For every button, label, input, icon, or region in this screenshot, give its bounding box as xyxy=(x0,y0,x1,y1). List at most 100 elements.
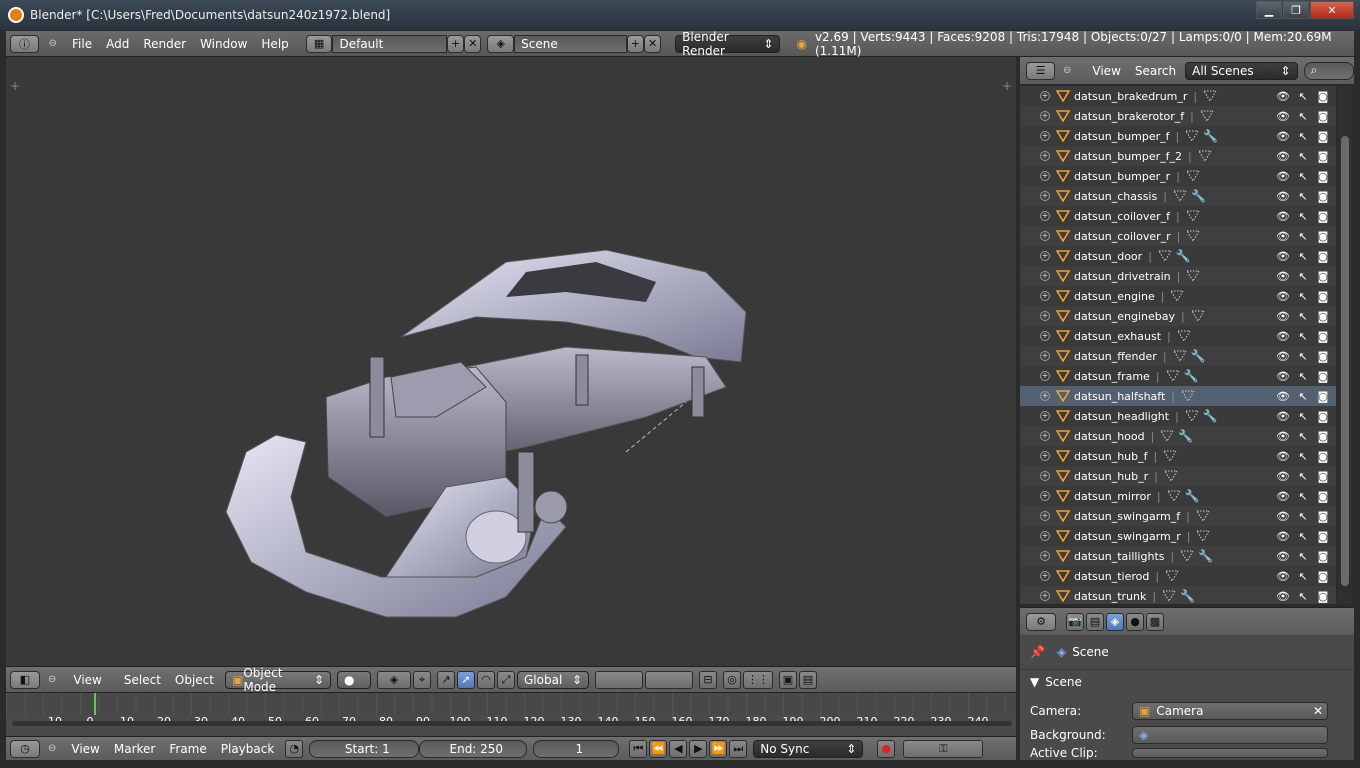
expand-icon[interactable]: + xyxy=(1040,211,1050,221)
render-camera-icon[interactable]: ◙ xyxy=(1316,569,1330,583)
visibility-eye-icon[interactable]: 👁 xyxy=(1276,189,1290,203)
outliner-item[interactable]: + datsun_enginebay | 👁 ↖ ◙ xyxy=(1020,306,1336,326)
expand-icon[interactable]: + xyxy=(1040,491,1050,501)
outliner-item-name[interactable]: datsun_brakedrum_r xyxy=(1074,90,1187,103)
outliner-item[interactable]: + datsun_mirror | 🔧 👁 ↖ ◙ xyxy=(1020,486,1336,506)
outliner-item[interactable]: + datsun_brakerotor_f | 👁 ↖ ◙ xyxy=(1020,106,1336,126)
outliner-item[interactable]: + datsun_coilover_f | 👁 ↖ ◙ xyxy=(1020,206,1336,226)
outliner-item[interactable]: + datsun_drivetrain | 👁 ↖ ◙ xyxy=(1020,266,1336,286)
outliner-item-name[interactable]: datsun_bumper_f_2 xyxy=(1074,150,1182,163)
render-camera-icon[interactable]: ◙ xyxy=(1316,189,1330,203)
tl-menu-playback[interactable]: Playback xyxy=(214,742,282,756)
translate-manipulator-icon[interactable]: ↗ xyxy=(437,670,455,689)
mesh-data-icon[interactable] xyxy=(1185,130,1200,142)
wrench-modifier-icon[interactable]: 🔧 xyxy=(1203,129,1218,143)
expand-icon[interactable]: + xyxy=(1040,371,1050,381)
mesh-data-icon[interactable] xyxy=(1203,90,1218,102)
render-tab-icon[interactable]: 📷 xyxy=(1066,612,1084,631)
outliner-menu-view[interactable]: View xyxy=(1085,64,1127,78)
visibility-eye-icon[interactable]: 👁 xyxy=(1276,129,1290,143)
visibility-eye-icon[interactable]: 👁 xyxy=(1276,489,1290,503)
outliner-item-name[interactable]: datsun_trunk xyxy=(1074,590,1146,603)
expand-icon[interactable]: + xyxy=(1040,411,1050,421)
render-camera-icon[interactable]: ◙ xyxy=(1316,329,1330,343)
prev-keyframe-icon[interactable]: ⏪ xyxy=(649,739,668,758)
render-animation-icon[interactable]: ▤ xyxy=(799,670,817,689)
expand-icon[interactable]: + xyxy=(1040,551,1050,561)
maximize-button[interactable]: ❐ xyxy=(1283,1,1309,19)
mesh-data-icon[interactable] xyxy=(1186,270,1201,282)
selectable-cursor-icon[interactable]: ↖ xyxy=(1296,189,1310,203)
outliner-item[interactable]: + datsun_bumper_f_2 | 👁 ↖ ◙ xyxy=(1020,146,1336,166)
outliner-item[interactable]: + datsun_brakedrum_r | 👁 ↖ ◙ xyxy=(1020,86,1336,106)
render-camera-icon[interactable]: ◙ xyxy=(1316,529,1330,543)
editor-type-3dview-icon[interactable]: ◧ xyxy=(10,670,40,689)
scene-panel-header[interactable]: ▼ Scene xyxy=(1020,669,1354,693)
visibility-eye-icon[interactable]: 👁 xyxy=(1276,509,1290,523)
proportional-edit-icon[interactable]: ◎ xyxy=(723,670,741,689)
render-camera-icon[interactable]: ◙ xyxy=(1316,389,1330,403)
render-camera-icon[interactable]: ◙ xyxy=(1316,169,1330,183)
selectable-cursor-icon[interactable]: ↖ xyxy=(1296,529,1310,543)
selectable-cursor-icon[interactable]: ↖ xyxy=(1296,369,1310,383)
outliner-item-name[interactable]: datsun_hub_r xyxy=(1074,470,1148,483)
shading-dropdown[interactable]: ● xyxy=(337,670,371,689)
menu-help[interactable]: Help xyxy=(254,37,295,51)
close-button[interactable]: ✕ xyxy=(1310,1,1354,19)
render-camera-icon[interactable]: ◙ xyxy=(1316,349,1330,363)
render-camera-icon[interactable]: ◙ xyxy=(1316,489,1330,503)
mesh-data-icon[interactable] xyxy=(1164,470,1178,482)
outliner-item-name[interactable]: datsun_frame xyxy=(1074,370,1150,383)
expand-icon[interactable]: + xyxy=(1040,231,1050,241)
outliner-item-name[interactable]: datsun_coilover_r xyxy=(1074,230,1171,243)
pin-icon[interactable]: 📌 xyxy=(1030,645,1045,659)
visibility-eye-icon[interactable]: 👁 xyxy=(1276,369,1290,383)
wrench-modifier-icon[interactable]: 🔧 xyxy=(1184,369,1199,383)
visibility-eye-icon[interactable]: 👁 xyxy=(1276,469,1290,483)
selectable-cursor-icon[interactable]: ↖ xyxy=(1296,109,1310,123)
tl-menu-frame[interactable]: Frame xyxy=(162,742,213,756)
editor-type-properties-icon[interactable]: ⚙ xyxy=(1026,612,1056,631)
collapse-menu-icon-outliner[interactable]: ⊖ xyxy=(1063,65,1071,76)
expand-icon[interactable]: + xyxy=(1040,291,1050,301)
play-reverse-icon[interactable]: ◀ xyxy=(669,739,688,758)
render-camera-icon[interactable]: ◙ xyxy=(1316,209,1330,223)
selectable-cursor-icon[interactable]: ↖ xyxy=(1296,349,1310,363)
screen-layout-icon[interactable]: ▦ xyxy=(305,34,333,53)
collapse-menu-icon-tl[interactable]: ⊖ xyxy=(48,743,56,754)
scale-manipulator-icon[interactable]: ⤢ xyxy=(497,670,515,689)
outliner-menu-search[interactable]: Search xyxy=(1128,64,1183,78)
visibility-eye-icon[interactable]: 👁 xyxy=(1276,249,1290,263)
lock-layers-icon[interactable]: ⊟ xyxy=(699,670,717,689)
selectable-cursor-icon[interactable]: ↖ xyxy=(1296,169,1310,183)
outliner-item[interactable]: + datsun_halfshaft | 👁 ↖ ◙ xyxy=(1020,386,1336,406)
outliner-item-name[interactable]: datsun_ffender xyxy=(1074,350,1157,363)
current-frame-indicator[interactable] xyxy=(94,693,96,715)
mesh-data-icon[interactable] xyxy=(1197,150,1212,162)
mesh-data-icon[interactable] xyxy=(1195,510,1210,522)
expand-icon[interactable]: + xyxy=(1040,531,1050,541)
render-camera-icon[interactable]: ◙ xyxy=(1316,289,1330,303)
visibility-eye-icon[interactable]: 👁 xyxy=(1276,549,1290,563)
outliner-item[interactable]: + datsun_trunk | 🔧 👁 ↖ ◙ xyxy=(1020,586,1336,604)
mesh-data-icon[interactable] xyxy=(1196,530,1211,542)
expand-icon[interactable]: + xyxy=(1040,311,1050,321)
expand-icon[interactable]: + xyxy=(1040,331,1050,341)
selectable-cursor-icon[interactable]: ↖ xyxy=(1296,309,1310,323)
visibility-eye-icon[interactable]: 👁 xyxy=(1276,89,1290,103)
minimize-button[interactable]: ▁ xyxy=(1256,1,1282,19)
selectable-cursor-icon[interactable]: ↖ xyxy=(1296,149,1310,163)
outliner-item[interactable]: + datsun_chassis | 🔧 👁 ↖ ◙ xyxy=(1020,186,1336,206)
menu-window[interactable]: Window xyxy=(193,37,254,51)
visibility-eye-icon[interactable]: 👁 xyxy=(1276,209,1290,223)
menu-file[interactable]: File xyxy=(65,37,99,51)
expand-icon[interactable]: + xyxy=(1040,251,1050,261)
outliner-scroll-thumb[interactable] xyxy=(1341,136,1349,586)
collapse-menu-icon[interactable]: ⊖ xyxy=(49,38,57,49)
outliner-item-name[interactable]: datsun_headlight xyxy=(1074,410,1169,423)
selectable-cursor-icon[interactable]: ↖ xyxy=(1296,429,1310,443)
expand-icon[interactable]: + xyxy=(1040,191,1050,201)
visibility-eye-icon[interactable]: 👁 xyxy=(1276,169,1290,183)
outliner-search-input[interactable]: ⌕ xyxy=(1303,61,1354,80)
start-frame-field[interactable]: Start: 1 xyxy=(309,739,420,758)
